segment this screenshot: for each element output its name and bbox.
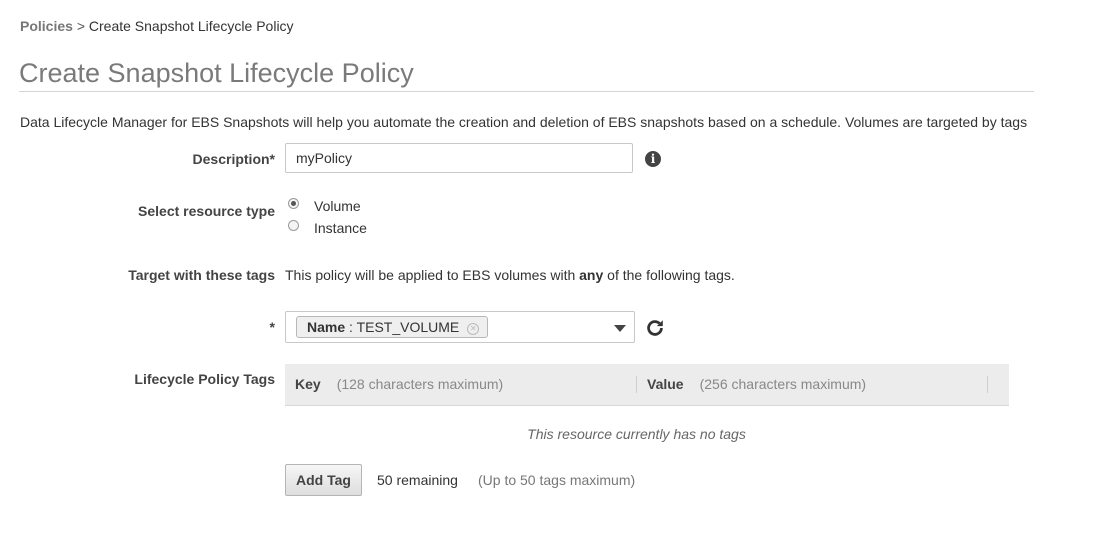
- target-tags-help: This policy will be applied to EBS volum…: [285, 267, 735, 283]
- target-tags-label: Target with these tags: [128, 267, 275, 283]
- target-tags-select[interactable]: Name : TEST_VOLUME ✕: [285, 311, 635, 343]
- tag-chip-separator: :: [345, 319, 357, 335]
- column-value-name: Value: [647, 376, 684, 392]
- empty-tags-message: This resource currently has no tags: [527, 426, 746, 442]
- description-label: Description*: [192, 151, 275, 167]
- breadcrumb-separator: >: [76, 18, 85, 34]
- info-circle-icon[interactable]: i: [645, 151, 661, 167]
- tags-remaining: 50 remaining: [377, 472, 458, 488]
- chevron-down-icon[interactable]: [614, 325, 626, 332]
- tag-chip-value: TEST_VOLUME: [356, 319, 460, 335]
- radio-volume[interactable]: [288, 198, 299, 209]
- add-tag-button[interactable]: Add Tag: [285, 464, 362, 496]
- tag-chip: Name : TEST_VOLUME ✕: [296, 316, 489, 338]
- tags-table-header: Key (128 characters maximum) Value (256 ch…: [285, 364, 1009, 406]
- radio-instance-label[interactable]: Instance: [314, 220, 367, 236]
- column-key-hint: (128 characters maximum): [336, 376, 504, 392]
- column-key: Key (128 characters maximum): [295, 376, 503, 392]
- breadcrumb: Policies > Create Snapshot Lifecycle Pol…: [20, 18, 294, 34]
- help-emphasis: any: [579, 267, 604, 283]
- radio-instance[interactable]: [288, 220, 299, 231]
- required-marker: *: [269, 319, 275, 335]
- column-key-name: Key: [295, 376, 321, 392]
- intro-text: Data Lifecycle Manager for EBS Snapshots…: [20, 114, 1028, 130]
- help-prefix: This policy will be applied to EBS volum…: [285, 267, 580, 283]
- title-divider: [19, 91, 1034, 92]
- column-value: Value (256 characters maximum): [647, 376, 866, 392]
- column-divider: [987, 376, 988, 393]
- tag-chip-key: Name: [307, 319, 346, 335]
- breadcrumb-current: Create Snapshot Lifecycle Policy: [88, 18, 294, 34]
- help-suffix: of the following tags.: [603, 267, 735, 283]
- tag-chip-remove-icon[interactable]: ✕: [467, 323, 480, 335]
- column-divider: [636, 376, 637, 393]
- tags-max-note: (Up to 50 tags maximum): [478, 472, 636, 488]
- refresh-icon[interactable]: [644, 317, 666, 339]
- page-title: Create Snapshot Lifecycle Policy: [19, 58, 414, 88]
- resource-type-label: Select resource type: [138, 203, 275, 219]
- breadcrumb-policies-link[interactable]: Policies: [20, 18, 73, 34]
- radio-volume-label[interactable]: Volume: [314, 198, 361, 214]
- lifecycle-tags-label: Lifecycle Policy Tags: [134, 371, 275, 387]
- description-input[interactable]: [285, 143, 633, 173]
- column-value-hint: (256 characters maximum): [699, 376, 867, 392]
